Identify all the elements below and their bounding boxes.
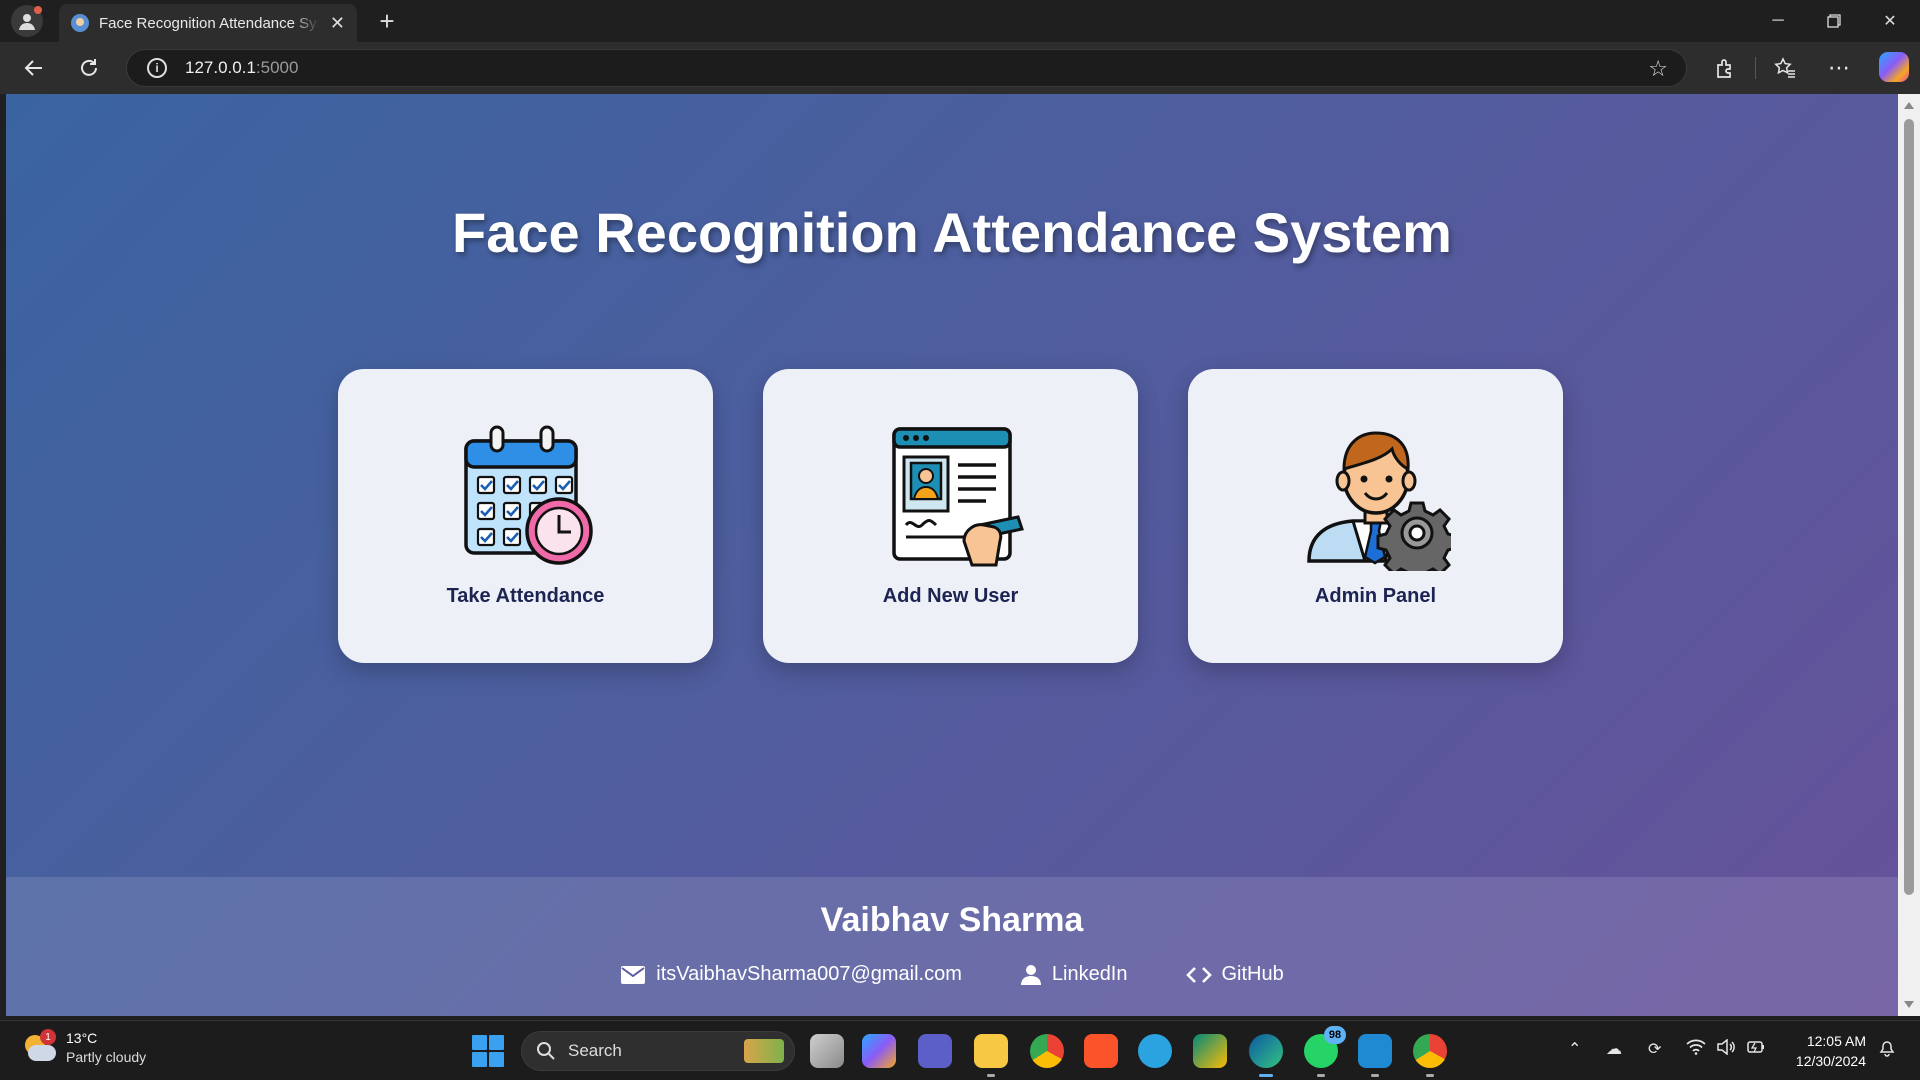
search-icon <box>537 1042 555 1060</box>
weather-temperature: 13°C <box>66 1030 98 1046</box>
battery-icon[interactable] <box>1746 1039 1766 1060</box>
weather-badge: 1 <box>40 1029 56 1045</box>
volume-icon[interactable] <box>1716 1038 1736 1060</box>
wifi-icon[interactable] <box>1686 1039 1706 1060</box>
add-new-user-label: Add New User <box>882 585 1019 607</box>
back-arrow-icon[interactable] <box>18 52 50 84</box>
admin-panel-card[interactable]: Admin Panel <box>1188 369 1563 663</box>
onedrive-icon[interactable]: ☁ <box>1606 1039 1622 1059</box>
browser-tab-bar: Face Recognition Attendance System ✕ + ─… <box>0 0 1920 42</box>
linkedin-text: LinkedIn <box>1051 963 1128 985</box>
tab-favicon-icon <box>71 14 89 32</box>
take-attendance-card[interactable]: Take Attendance <box>338 369 713 663</box>
tab-close-icon[interactable]: ✕ <box>330 13 345 34</box>
page-footer: Vaibhav Sharma itsVaibhavSharma007@gmail… <box>6 877 1898 1016</box>
reload-icon[interactable] <box>73 52 105 84</box>
user-icon <box>1020 964 1041 985</box>
footer-links: itsVaibhavSharma007@gmail.com LinkedIn G… <box>6 963 1898 986</box>
vscode-icon[interactable] <box>1358 1034 1392 1077</box>
search-label: Search <box>568 1041 622 1060</box>
email-link[interactable]: itsVaibhavSharma007@gmail.com <box>620 963 962 986</box>
envelope-icon <box>621 965 646 984</box>
chrome-profile-icon[interactable] <box>1413 1034 1447 1077</box>
chrome-icon[interactable] <box>1030 1034 1064 1068</box>
google-meet-icon[interactable] <box>1193 1034 1227 1068</box>
site-info-icon[interactable]: i <box>147 58 167 78</box>
system-clock[interactable]: 12:05 AM 12/30/2024 <box>1780 1031 1866 1071</box>
telegram-icon[interactable] <box>1138 1034 1172 1068</box>
calendar-clock-icon <box>463 425 593 565</box>
brave-icon[interactable] <box>1084 1034 1118 1068</box>
toolbar-divider <box>1755 57 1756 79</box>
browser-tab-active[interactable]: Face Recognition Attendance System ✕ <box>59 4 357 42</box>
code-brackets-icon <box>1185 966 1212 983</box>
email-text: itsVaibhavSharma007@gmail.com <box>656 963 962 985</box>
sync-icon[interactable]: ⟳ <box>1648 1039 1661 1059</box>
admin-panel-label: Admin Panel <box>1314 585 1437 607</box>
profile-avatar-icon[interactable] <box>11 5 43 37</box>
user-form-icon <box>891 427 1024 567</box>
copilot-app-icon[interactable] <box>862 1034 896 1068</box>
linkedin-link[interactable]: LinkedIn <box>1020 963 1128 986</box>
scroll-up-arrow-icon[interactable] <box>1904 102 1914 109</box>
show-hidden-icons-chevron-icon[interactable]: ⌃ <box>1568 1039 1581 1059</box>
whatsapp-badge: 98 <box>1324 1026 1346 1044</box>
clock-date: 12/30/2024 <box>1795 1053 1866 1069</box>
browser-toolbar: i 127.0.0.1:5000 ☆ ⋯ <box>0 42 1920 94</box>
new-tab-button[interactable]: + <box>372 6 402 37</box>
start-menu-windows-icon[interactable] <box>472 1035 504 1067</box>
github-text: GitHub <box>1221 963 1284 985</box>
minimize-window-icon[interactable]: ─ <box>1750 0 1806 42</box>
scrollbar-thumb[interactable] <box>1904 119 1914 895</box>
admin-gear-icon <box>1306 431 1451 571</box>
favorite-star-icon[interactable]: ☆ <box>1648 56 1668 82</box>
copilot-icon[interactable] <box>1879 52 1909 82</box>
restore-window-icon[interactable] <box>1806 0 1862 42</box>
favorites-icon[interactable] <box>1769 52 1801 84</box>
weather-widget[interactable]: 1 13°C Partly cloudy <box>22 1029 146 1067</box>
partly-cloudy-icon: 1 <box>22 1029 56 1063</box>
taskbar-search-box[interactable]: Search <box>521 1031 795 1071</box>
page-viewport: Face Recognition Attendance System Take … <box>6 94 1898 1016</box>
notification-dot-icon <box>34 6 42 14</box>
page-title: Face Recognition Attendance System <box>452 201 1452 264</box>
teams-icon[interactable] <box>918 1034 952 1068</box>
whatsapp-icon[interactable]: 98 <box>1304 1026 1346 1077</box>
github-link[interactable]: GitHub <box>1185 963 1284 986</box>
search-highlight-icon <box>744 1039 784 1063</box>
extensions-icon[interactable] <box>1709 52 1741 84</box>
page-scrollbar[interactable] <box>1898 94 1920 1016</box>
task-view-icon[interactable] <box>810 1034 844 1068</box>
windows-taskbar: 1 13°C Partly cloudy Search 98 ⌃ ☁ ⟳ 12:… <box>0 1020 1920 1080</box>
tab-title: Face Recognition Attendance System <box>99 14 319 32</box>
close-window-icon[interactable]: ✕ <box>1862 0 1918 42</box>
file-explorer-icon[interactable] <box>974 1034 1008 1077</box>
clock-time: 12:05 AM <box>1806 1033 1866 1049</box>
add-new-user-card[interactable]: Add New User <box>763 369 1138 663</box>
weather-description: Partly cloudy <box>66 1049 147 1065</box>
more-menu-icon[interactable]: ⋯ <box>1823 52 1855 84</box>
address-bar[interactable]: i 127.0.0.1:5000 ☆ <box>126 49 1687 87</box>
footer-author-name: Vaibhav Sharma <box>820 901 1084 939</box>
edge-icon[interactable] <box>1249 1034 1283 1077</box>
url-text[interactable]: 127.0.0.1:5000 <box>185 58 298 78</box>
take-attendance-label: Take Attendance <box>446 585 605 607</box>
notifications-bell-icon[interactable] <box>1878 1039 1896 1062</box>
scroll-down-arrow-icon[interactable] <box>1904 1001 1914 1008</box>
